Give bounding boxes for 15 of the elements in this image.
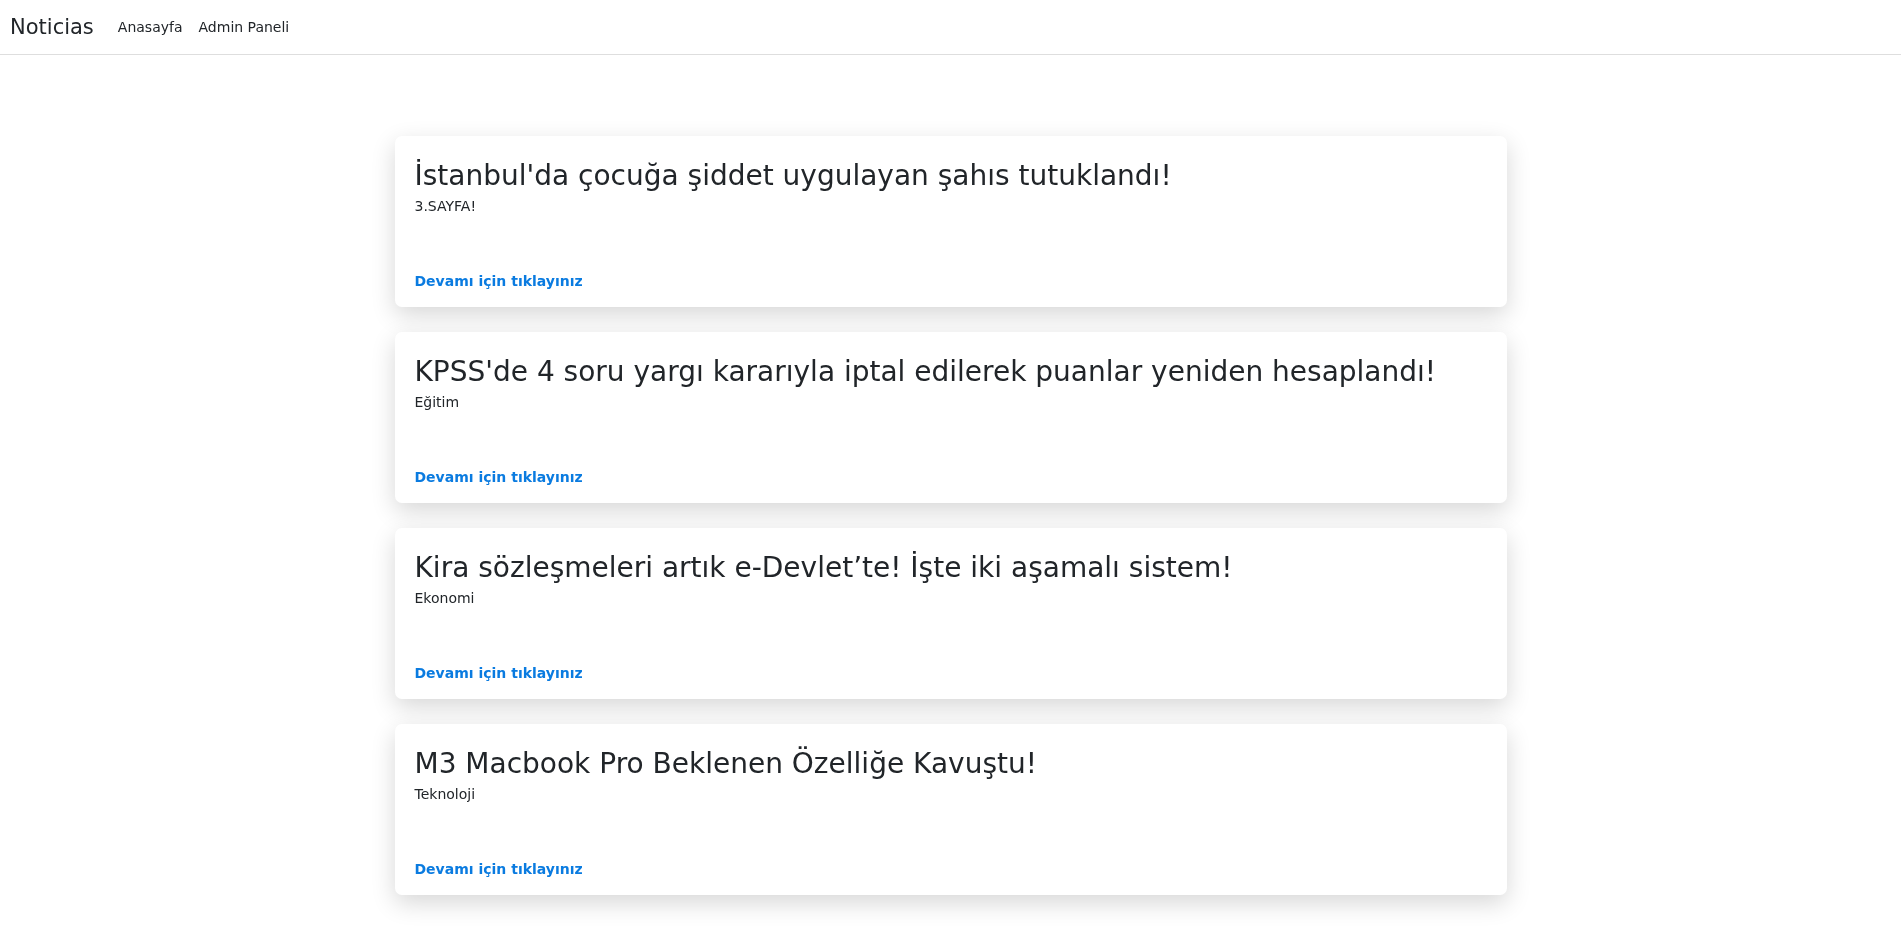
read-more-link[interactable]: Devamı için tıklayınız <box>414 861 583 877</box>
read-more-link[interactable]: Devamı için tıklayınız <box>414 273 583 289</box>
nav-link[interactable]: Admin Paneli <box>198 19 290 35</box>
news-category: Eğitim <box>414 394 461 411</box>
news-category: Ekonomi <box>414 590 476 607</box>
news-title: İstanbul'da çocuğa şiddet uygulayan şahıs tutuklandı! <box>414 158 1173 194</box>
brand-link[interactable]: Noticias <box>10 15 94 39</box>
nav-link[interactable]: Anasayfa <box>117 19 183 35</box>
news-category: Teknoloji <box>414 786 477 803</box>
news-title: Kira sözleşmeleri artık e-Devlet’te! İşte iki aşamalı sistem! <box>414 550 1234 586</box>
read-more-link[interactable]: Devamı için tıklayınız <box>414 665 583 681</box>
news-title: M3 Macbook Pro Beklenen Özelliğe Kavuştu! <box>414 746 1038 782</box>
news-category: 3.SAYFA! <box>414 198 477 215</box>
read-more-link[interactable]: Devamı için tıklayınız <box>414 469 583 485</box>
news-title: KPSS'de 4 soru yargı kararıyla iptal edilerek puanlar yeniden hesaplandı! <box>414 354 1438 390</box>
